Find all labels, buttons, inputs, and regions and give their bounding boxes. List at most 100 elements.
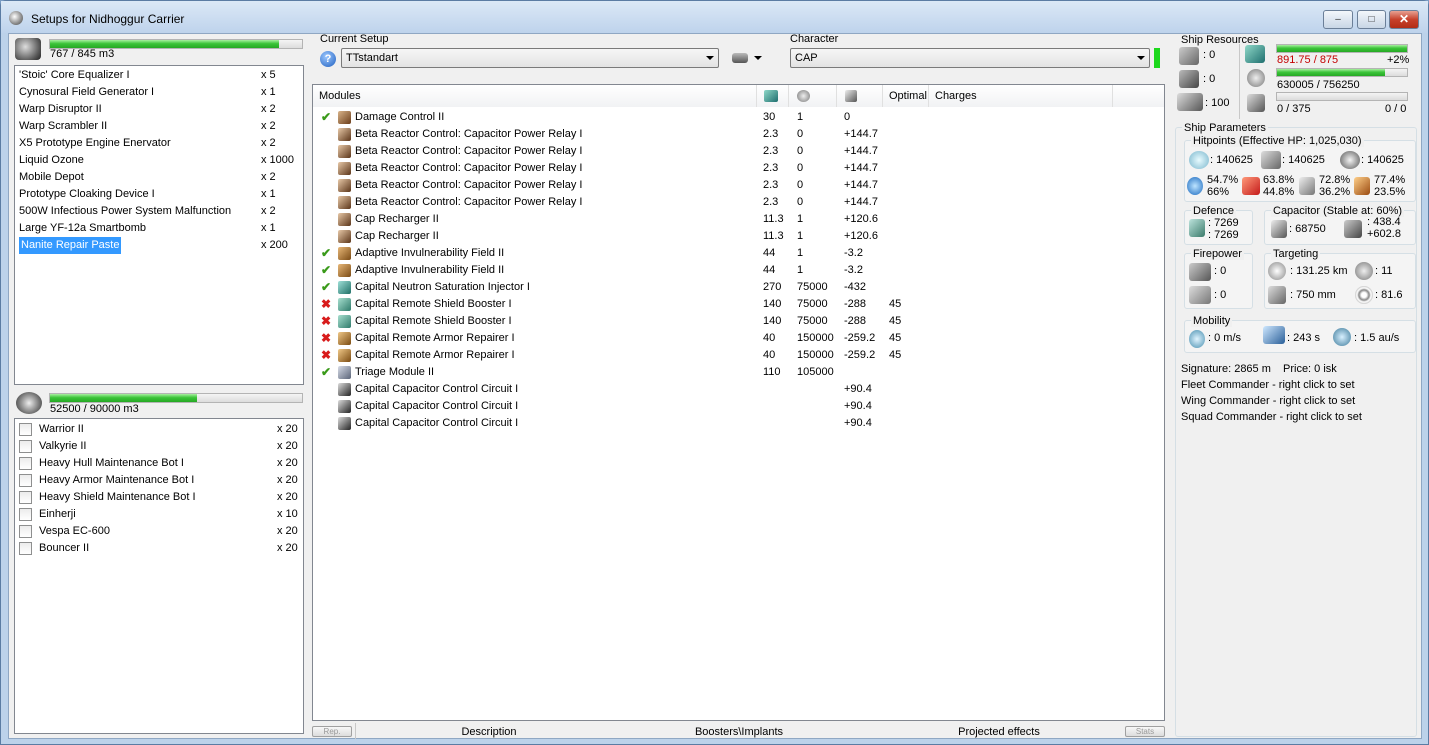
module-row[interactable]: Capital Capacitor Control Circuit I +90.4 [313,381,1164,398]
module-row[interactable]: Cap Recharger II 11.3 1 +120.6 [313,211,1164,228]
module-row[interactable]: ✖ Capital Remote Shield Booster I 140 75000… [313,313,1164,330]
online-check-icon[interactable]: ✔ [321,245,331,262]
offline-cross-icon[interactable]: ✖ [321,330,331,347]
module-row[interactable]: Beta Reactor Control: Capacitor Power Re… [313,160,1164,177]
targeting-range-value: : 131.25 km [1290,265,1348,277]
module-cap: +144.7 [844,196,878,208]
cargo-item[interactable]: X5 Prototype Engine Enervator x 2 [15,135,303,152]
fleet-commander-slot[interactable]: Fleet Commander - right click to set [1181,379,1355,391]
module-row[interactable]: ✖ Capital Remote Armor Repairer I 40 150000… [313,330,1164,347]
drone-checkbox[interactable] [19,542,32,555]
module-list[interactable]: Modules Optimal Charges ✔ Damage Control … [312,84,1165,721]
online-check-icon[interactable]: ✔ [321,262,331,279]
module-cap: -259.2 [844,332,876,344]
drone-item[interactable]: Einherji x 10 [15,506,303,523]
cargo-item[interactable]: Warp Scrambler II x 2 [15,118,303,135]
cargo-item[interactable]: Warp Disruptor II x 2 [15,101,303,118]
drone-item[interactable]: Heavy Shield Maintenance Bot I x 20 [15,489,303,506]
shield-hardener-icon [338,264,351,277]
module-row[interactable]: ✔ Adaptive Invulnerability Field II 44 1 -3.… [313,245,1164,262]
max-targets-icon [1355,262,1373,280]
module-cap: +120.6 [844,230,878,242]
module-row[interactable]: Beta Reactor Control: Capacitor Power Re… [313,126,1164,143]
column-header-cpu[interactable] [757,85,789,107]
offline-cross-icon[interactable]: ✖ [321,347,331,364]
cargo-item[interactable]: Cynosural Field Generator I x 1 [15,84,303,101]
drone-checkbox[interactable] [19,525,32,538]
module-row[interactable]: Beta Reactor Control: Capacitor Power Re… [313,177,1164,194]
tab-description[interactable]: Description [429,723,549,741]
module-row[interactable]: ✔ Damage Control II 30 1 0 [313,109,1164,126]
module-row[interactable]: Cap Recharger II 11.3 1 +120.6 [313,228,1164,245]
module-row[interactable]: ✖ Capital Remote Shield Booster I 140 75000… [313,296,1164,313]
drone-item[interactable]: Bouncer II x 20 [15,540,303,557]
max-targets-value: : 11 [1375,265,1393,277]
tab-projected-effects[interactable]: Projected effects [929,723,1069,741]
module-cpu: 11.3 [763,230,784,242]
module-row[interactable]: ✔ Triage Module II 110 105000 [313,364,1164,381]
wing-commander-slot[interactable]: Wing Commander - right click to set [1181,395,1355,407]
squad-commander-slot[interactable]: Squad Commander - right click to set [1181,411,1362,423]
drone-item[interactable]: Valkyrie II x 20 [15,438,303,455]
minimize-button[interactable]: – [1323,10,1353,29]
maximize-button[interactable]: □ [1357,10,1386,29]
drone-checkbox[interactable] [19,508,32,521]
column-header-optimal[interactable]: Optimal [883,85,929,107]
column-header-capacitor[interactable] [837,85,883,107]
help-icon[interactable]: ? [320,51,336,67]
online-check-icon[interactable]: ✔ [321,364,331,381]
drone-checkbox[interactable] [19,440,32,453]
stats-button[interactable]: Stats [1125,726,1165,737]
tab-boosters-implants[interactable]: Boosters\Implants [669,723,809,741]
close-button[interactable]: ✕ [1389,10,1419,29]
kinetic-resist-armor: 36.2% [1319,186,1351,198]
online-check-icon[interactable]: ✔ [321,109,331,126]
cargo-item[interactable]: Prototype Cloaking Device I x 1 [15,186,303,203]
module-row[interactable]: Capital Capacitor Control Circuit I +90.4 [313,398,1164,415]
module-row[interactable]: ✔ Capital Neutron Saturation Injector I 27… [313,279,1164,296]
module-row[interactable]: Capital Capacitor Control Circuit I +90.4 [313,415,1164,432]
cargo-item[interactable]: Mobile Depot x 2 [15,169,303,186]
drone-checkbox[interactable] [19,423,32,436]
drone-item[interactable]: Vespa EC-600 x 20 [15,523,303,540]
offline-cross-icon[interactable]: ✖ [321,313,331,330]
character-dropdown[interactable]: CAP [790,48,1150,68]
module-row[interactable]: Beta Reactor Control: Capacitor Power Re… [313,143,1164,160]
drone-item[interactable]: Warrior II x 20 [15,421,303,438]
column-header-charges[interactable]: Charges [929,85,1113,107]
drone-checkbox[interactable] [19,457,32,470]
column-header-modules[interactable]: Modules [313,85,757,107]
module-row[interactable]: Beta Reactor Control: Capacitor Power Re… [313,194,1164,211]
drone-item[interactable]: Heavy Hull Maintenance Bot I x 20 [15,455,303,472]
drone-list[interactable]: Warrior II x 20 Valkyrie II x 20 Heavy Hull … [14,418,304,734]
module-row[interactable]: ✔ Adaptive Invulnerability Field II 44 1 -3.… [313,262,1164,279]
module-cpu: 140 [763,315,782,327]
cargo-item[interactable]: Large YF-12a Smartbomb x 1 [15,220,303,237]
drone-checkbox[interactable] [19,474,32,487]
title-bar[interactable]: Setups for Nidhoggur Carrier – □ ✕ [1,1,1428,33]
cargo-list[interactable]: 'Stoic' Core Equalizer I x 5 Cynosural Fie… [14,65,304,385]
cargo-item[interactable]: Nanite Repair Paste x 200 [15,237,303,254]
module-row[interactable]: ✖ Capital Remote Armor Repairer I 40 150000… [313,347,1164,364]
character-label: Character [790,33,839,45]
rep-button[interactable]: Rep. [312,726,352,737]
module-cpu: 2.3 [763,196,779,208]
character-dropdown-value: CAP [795,52,818,64]
cargo-item[interactable]: 'Stoic' Core Equalizer I x 5 [15,67,303,84]
main-window: Setups for Nidhoggur Carrier – □ ✕ 767 /… [0,0,1429,745]
drone-item[interactable]: Heavy Armor Maintenance Bot I x 20 [15,472,303,489]
module-name: Adaptive Invulnerability Field II [355,264,505,276]
online-check-icon[interactable]: ✔ [321,279,331,296]
cargo-item[interactable]: Liquid Ozone x 1000 [15,152,303,169]
defence-title: Defence [1191,205,1236,217]
column-header-powergrid[interactable] [789,85,837,107]
scan-resolution-value: : 750 mm [1290,289,1336,301]
fitting-tools-button[interactable] [730,50,762,66]
drone-checkbox[interactable] [19,491,32,504]
module-cpu: 44 [763,247,776,259]
offline-cross-icon[interactable]: ✖ [321,296,331,313]
setup-dropdown[interactable]: TTstandart [341,48,719,68]
module-cap: +144.7 [844,145,878,157]
module-cpu: 2.3 [763,145,779,157]
cargo-item[interactable]: 500W Infectious Power System Malfunction… [15,203,303,220]
